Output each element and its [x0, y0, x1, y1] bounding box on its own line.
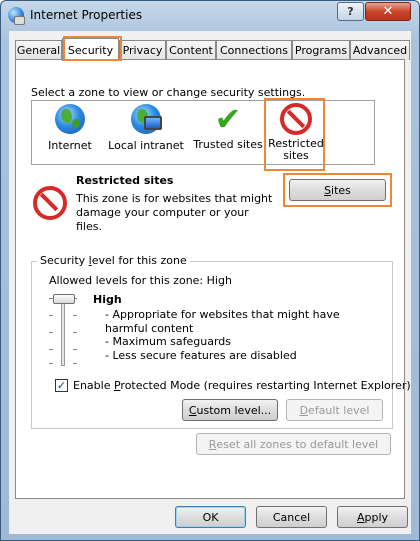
- protected-mode-row[interactable]: ✓ Enable Protected Mode (requires restar…: [55, 379, 411, 392]
- slider-tick: [73, 349, 77, 350]
- slider-tick: [49, 315, 53, 316]
- zone-label: Trusted sites: [193, 138, 263, 151]
- cancel-button[interactable]: Cancel: [256, 506, 327, 528]
- security-level-legend: Security level for this zone: [37, 254, 190, 267]
- internet-properties-window: Internet Properties ? ✕ General Security…: [0, 0, 420, 541]
- zone-label: Local intranet: [108, 139, 184, 152]
- slider-tick: [49, 349, 53, 350]
- slider-tick: [49, 332, 53, 333]
- zone-local-intranet[interactable]: Local intranet: [104, 103, 188, 163]
- security-level-description: - Appropriate for websites that might ha…: [105, 308, 381, 362]
- slider-tick: [73, 315, 77, 316]
- zone-internet[interactable]: Internet: [30, 103, 110, 163]
- checkmark-icon: ✔: [214, 100, 242, 138]
- zone-label: Internet: [48, 139, 92, 152]
- slider-tick: [73, 332, 77, 333]
- zone-name-heading: Restricted sites: [76, 174, 174, 187]
- restricted-icon: [280, 103, 312, 135]
- level-detail: - Appropriate for websites that might ha…: [105, 308, 340, 335]
- window-title: Internet Properties: [30, 8, 143, 22]
- title-bar[interactable]: Internet Properties ? ✕: [1, 1, 419, 29]
- level-detail: - Less secure features are disabled: [105, 348, 297, 362]
- intranet-icon: [130, 104, 162, 136]
- protected-mode-label: Enable Protected Mode (requires restarti…: [73, 379, 411, 392]
- zone-label: Restricted sites: [268, 137, 324, 162]
- tab-security[interactable]: Security: [62, 38, 119, 61]
- tab-connections[interactable]: Connections: [216, 40, 292, 60]
- apply-button[interactable]: Apply: [337, 506, 408, 528]
- ok-button[interactable]: OK: [175, 506, 246, 528]
- level-detail: - Maximum safeguards: [105, 335, 232, 348]
- protected-mode-checkbox[interactable]: ✓: [55, 379, 68, 392]
- security-level-slider-thumb[interactable]: [53, 294, 75, 304]
- sites-button[interactable]: Sites: [289, 179, 386, 201]
- zone-select-instructions: Select a zone to view or change security…: [31, 86, 306, 99]
- internet-properties-icon: [8, 7, 25, 25]
- tab-programs[interactable]: Programs: [292, 40, 350, 60]
- default-level-button[interactable]: Default level: [286, 399, 383, 421]
- slider-tick: [49, 363, 53, 364]
- security-level-slider-track: [61, 298, 65, 366]
- globe-icon: [54, 104, 86, 136]
- help-button[interactable]: ?: [337, 2, 364, 21]
- tab-content[interactable]: Content: [166, 40, 216, 60]
- tab-general[interactable]: General: [15, 40, 62, 60]
- zone-trusted-sites[interactable]: ✔ Trusted sites: [188, 103, 268, 163]
- custom-level-button[interactable]: Custom level...: [182, 399, 278, 421]
- security-level-name: High: [93, 293, 122, 306]
- tab-advanced[interactable]: Advanced: [350, 40, 410, 60]
- slider-tick: [73, 363, 77, 364]
- allowed-levels-text: Allowed levels for this zone: High: [49, 274, 232, 287]
- tab-privacy[interactable]: Privacy: [119, 40, 166, 60]
- close-button[interactable]: ✕: [365, 2, 411, 21]
- restricted-sites-large-icon: [33, 186, 67, 220]
- zone-list: Internet Local intranet ✔ Trusted sites …: [31, 100, 375, 165]
- reset-all-zones-button[interactable]: Reset all zones to default level: [196, 433, 391, 455]
- zone-description: This zone is for websites that might dam…: [76, 192, 273, 233]
- zone-restricted-sites[interactable]: Restricted sites: [268, 103, 324, 163]
